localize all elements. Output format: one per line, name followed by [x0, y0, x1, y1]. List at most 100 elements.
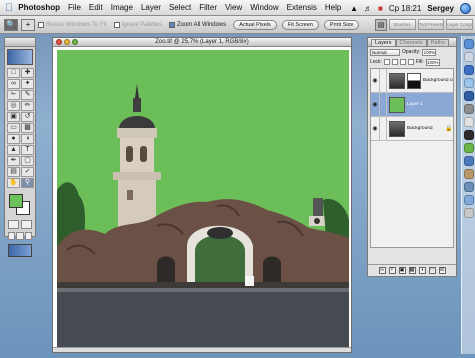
chat-icon[interactable] — [463, 143, 474, 153]
menu-filter[interactable]: Filter — [199, 3, 217, 12]
toolbox-title-bar[interactable] — [5, 38, 35, 47]
adobe-online-icon[interactable] — [7, 49, 33, 65]
move-tool-icon[interactable]: ✚ — [21, 68, 34, 78]
lasso-tool-icon[interactable]: ∞ — [7, 79, 20, 89]
flag-icon[interactable]: ■ — [378, 4, 383, 13]
mail-icon[interactable] — [463, 52, 474, 62]
layer-row-layer-1[interactable]: ◉ Layer 1 — [371, 93, 453, 117]
menu-view[interactable]: View — [225, 3, 242, 12]
zoom-all-windows-checkbox[interactable] — [168, 21, 175, 28]
lock-all-checkbox[interactable] — [407, 59, 414, 65]
standard-mode-icon[interactable] — [8, 220, 19, 229]
blur-tool-icon[interactable]: ● — [7, 134, 20, 144]
menu-image[interactable]: Image — [111, 3, 133, 12]
gradient-tool-icon[interactable]: ▩ — [21, 123, 34, 133]
layer-brush-cell[interactable] — [380, 93, 387, 116]
layer-mask-thumbnail[interactable] — [407, 72, 421, 89]
clone-stamp-tool-icon[interactable]: ▣ — [7, 112, 20, 122]
new-layer-icon[interactable]: □ — [428, 267, 436, 274]
healing-brush-tool-icon[interactable]: ◎ — [7, 101, 20, 111]
help-globe-icon[interactable] — [460, 2, 471, 14]
fit-screen-button[interactable]: Fit Screen — [281, 19, 319, 30]
preferences-icon[interactable] — [463, 104, 474, 114]
layer-link-cell[interactable] — [380, 117, 387, 140]
link-layers-icon[interactable]: ∞ — [378, 267, 386, 274]
quicktime-icon[interactable] — [463, 156, 474, 166]
eraser-tool-icon[interactable]: ▭ — [7, 123, 20, 133]
image-canvas[interactable] — [57, 50, 349, 348]
standard-screen-icon[interactable] — [8, 232, 16, 240]
trash-dock-icon[interactable] — [463, 208, 474, 218]
tab-paths[interactable]: Paths — [426, 39, 449, 46]
jump-to-imageready-icon[interactable] — [8, 244, 32, 257]
file-browser-icon[interactable]: ▤ — [375, 18, 387, 31]
hand-tool-icon[interactable]: ✋ — [7, 178, 20, 188]
notes-tool-icon[interactable]: ▤ — [7, 167, 20, 177]
shape-tool-icon[interactable]: ▢ — [21, 156, 34, 166]
menu-help[interactable]: Help — [325, 3, 341, 12]
address-book-icon[interactable] — [463, 169, 474, 179]
zoom-tool-preset-icon[interactable]: 🔍 — [4, 18, 18, 31]
menu-extra-icon[interactable]: ▲ — [350, 4, 358, 13]
slice-tool-icon[interactable]: ✎ — [21, 90, 34, 100]
menu-select[interactable]: Select — [169, 3, 191, 12]
pen-tool-icon[interactable]: ✒ — [7, 156, 20, 166]
adjustment-layer-icon[interactable]: ◑ — [418, 267, 426, 274]
lock-position-checkbox[interactable] — [399, 59, 406, 65]
tab-channels[interactable]: Channels — [395, 39, 427, 46]
layer-style-icon[interactable]: f — [388, 267, 396, 274]
actual-pixels-button[interactable]: Actual Pixels — [233, 19, 277, 30]
magic-wand-tool-icon[interactable]: ✦ — [21, 79, 34, 89]
layer-row-background[interactable]: ◉ Background 🔒 — [371, 117, 453, 141]
zoom-tool-icon[interactable]: ⚲ — [21, 178, 34, 188]
history-brush-tool-icon[interactable]: ↺ — [21, 112, 34, 122]
path-selection-tool-icon[interactable]: ▲ — [7, 145, 20, 155]
zoom-in-icon[interactable]: + — [21, 18, 35, 31]
user-name[interactable]: Sergey — [427, 4, 454, 13]
document-title-bar[interactable]: Zoo.tif @ 25,7% (Layer 1, RGB/8#) — [53, 38, 351, 47]
sherlock-icon[interactable] — [463, 182, 474, 192]
opacity-field[interactable]: 100% — [422, 48, 437, 56]
ignore-palettes-checkbox[interactable] — [113, 21, 120, 28]
blend-mode-select[interactable]: Normal — [370, 48, 400, 56]
full-screen-icon[interactable] — [24, 232, 32, 240]
app-menu[interactable]: Photoshop — [18, 3, 60, 12]
crop-tool-icon[interactable]: ✁ — [7, 90, 20, 100]
quick-mask-mode-icon[interactable] — [21, 220, 32, 229]
type-tool-icon[interactable]: T — [21, 145, 34, 155]
menu-extensis[interactable]: Extensis — [287, 3, 317, 12]
eye-icon[interactable]: ◉ — [371, 93, 380, 116]
marquee-tool-icon[interactable]: □ — [7, 68, 20, 78]
menu-file[interactable]: File — [68, 3, 81, 12]
menu-layer[interactable]: Layer — [141, 3, 161, 12]
dodge-tool-icon[interactable]: ◑ — [21, 134, 34, 144]
volume-icon[interactable]: ♬ — [364, 4, 372, 13]
fill-field[interactable]: 100% — [425, 58, 440, 66]
new-set-icon[interactable]: ▦ — [408, 267, 416, 274]
eye-icon[interactable]: ◉ — [371, 117, 380, 140]
itunes-icon[interactable] — [463, 78, 474, 88]
print-size-button[interactable]: Print Size — [323, 19, 360, 30]
photoshop-icon[interactable] — [463, 91, 474, 101]
full-screen-menu-icon[interactable] — [16, 232, 24, 240]
add-mask-icon[interactable]: ▣ — [398, 267, 406, 274]
resize-windows-checkbox[interactable] — [38, 21, 44, 28]
apple-icon[interactable]:  — [5, 2, 13, 13]
palette-well-tab-tool-presets[interactable]: Tool Presets — [417, 19, 445, 30]
menu-edit[interactable]: Edit — [89, 3, 103, 12]
terminal-icon[interactable] — [463, 130, 474, 140]
layer-row-background-copy[interactable]: ◉ Background copy — [371, 69, 453, 93]
tab-layers[interactable]: Layers — [371, 39, 396, 46]
lock-transparency-checkbox[interactable] — [383, 59, 390, 65]
eye-icon[interactable]: ◉ — [371, 69, 380, 92]
palette-well-tab-layer-comps[interactable]: Layer Comps — [446, 19, 474, 30]
trash-icon[interactable]: ☒ — [438, 267, 446, 274]
calendar-icon[interactable] — [463, 117, 474, 127]
finder-icon[interactable] — [463, 39, 474, 49]
folder-icon[interactable] — [463, 195, 474, 205]
clock[interactable]: Cp 18:21 — [389, 4, 421, 13]
brush-tool-icon[interactable]: ✏ — [21, 101, 34, 111]
foreground-color-swatch[interactable] — [9, 194, 23, 208]
lock-image-checkbox[interactable] — [391, 59, 398, 65]
palette-well-tab-brushes[interactable]: Brushes — [389, 19, 416, 30]
